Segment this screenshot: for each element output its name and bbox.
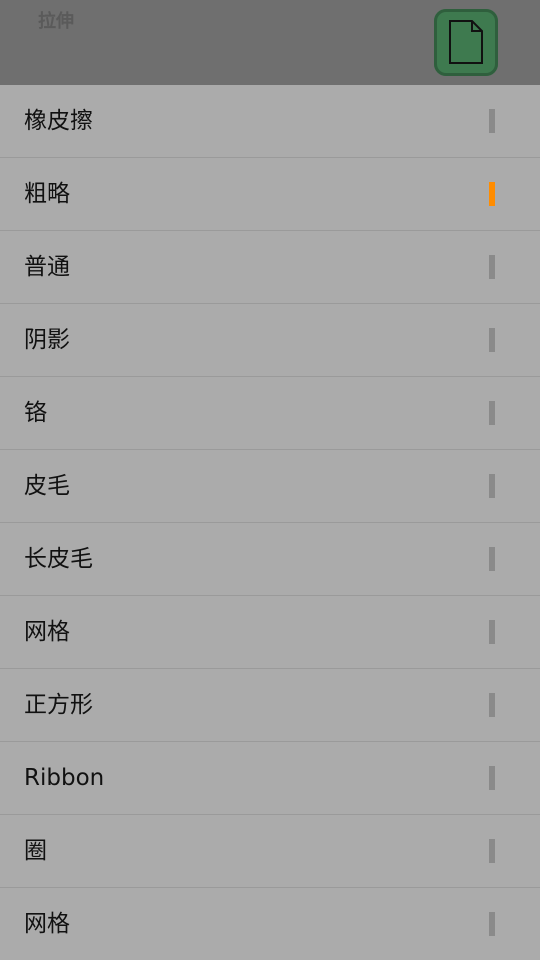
menu-item-label: 网格	[24, 619, 70, 645]
selection-indicator	[489, 766, 495, 790]
brush-menu: 橡皮擦 粗略 普通 阴影 铬 皮毛 长皮毛 网格 正方形 Ribbon 圈 网格	[0, 85, 540, 960]
menu-item-label: 圈	[24, 838, 47, 864]
menu-item-8[interactable]: 正方形	[0, 669, 540, 742]
document-icon	[449, 20, 483, 64]
document-button[interactable]	[434, 9, 498, 76]
menu-item-6[interactable]: 长皮毛	[0, 523, 540, 596]
menu-item-9[interactable]: Ribbon	[0, 742, 540, 815]
menu-item-label: 长皮毛	[24, 546, 93, 572]
selection-indicator	[489, 474, 495, 498]
menu-item-3[interactable]: 阴影	[0, 304, 540, 377]
menu-item-label: 铬	[24, 400, 47, 426]
selection-indicator	[489, 839, 495, 863]
menu-item-2[interactable]: 普通	[0, 231, 540, 304]
menu-item-0[interactable]: 橡皮擦	[0, 85, 540, 158]
selection-indicator	[489, 547, 495, 571]
menu-item-label: 阴影	[24, 327, 70, 353]
menu-item-11[interactable]: 网格	[0, 888, 540, 960]
menu-item-label: 橡皮擦	[24, 108, 93, 134]
menu-item-5[interactable]: 皮毛	[0, 450, 540, 523]
menu-item-10[interactable]: 圈	[0, 815, 540, 888]
selection-indicator	[489, 620, 495, 644]
selection-indicator	[489, 328, 495, 352]
menu-item-7[interactable]: 网格	[0, 596, 540, 669]
menu-item-label: 网格	[24, 911, 70, 937]
menu-item-label: 粗略	[24, 181, 70, 207]
selection-indicator	[489, 182, 495, 206]
selection-indicator	[489, 912, 495, 936]
top-bar: 拉伸	[0, 0, 540, 85]
menu-item-4[interactable]: 铬	[0, 377, 540, 450]
screen: 拉伸 橡皮擦 粗略 普通 阴影 铬 皮毛 长皮毛 网格 正方形 Ribbon 圈…	[0, 0, 540, 960]
page-title: 拉伸	[38, 11, 74, 32]
selection-indicator	[489, 401, 495, 425]
menu-item-1[interactable]: 粗略	[0, 158, 540, 231]
selection-indicator	[489, 693, 495, 717]
selection-indicator	[489, 109, 495, 133]
menu-item-label: 普通	[24, 254, 70, 280]
selection-indicator	[489, 255, 495, 279]
menu-item-label: 皮毛	[24, 473, 70, 499]
menu-item-label: 正方形	[24, 692, 93, 718]
menu-item-label: Ribbon	[24, 765, 105, 791]
